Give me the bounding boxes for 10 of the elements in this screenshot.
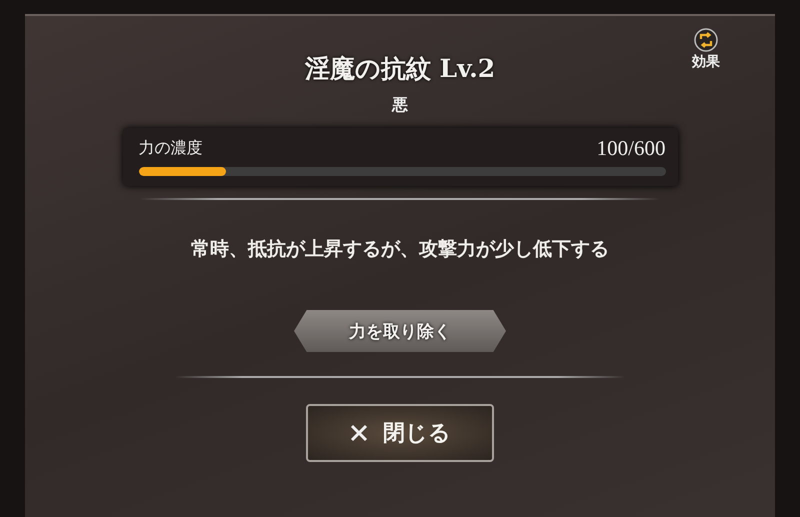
close-button[interactable]: 閉じる [306, 404, 494, 462]
remove-power-button[interactable]: 力を取り除く [294, 310, 506, 352]
gauge-label: 力の濃度 [138, 138, 202, 159]
swap-icon [694, 28, 718, 52]
close-icon [349, 423, 369, 443]
gauge-reading: 100/600 [596, 136, 666, 161]
effect-description: 常時、抵抗が上昇するが、攻撃力が少し低下する [191, 237, 609, 262]
effect-button[interactable]: 効果 [692, 28, 720, 71]
dialog-title: 淫魔の抗紋 Lv.2 [304, 53, 496, 85]
alignment-label: 悪 [392, 95, 408, 116]
